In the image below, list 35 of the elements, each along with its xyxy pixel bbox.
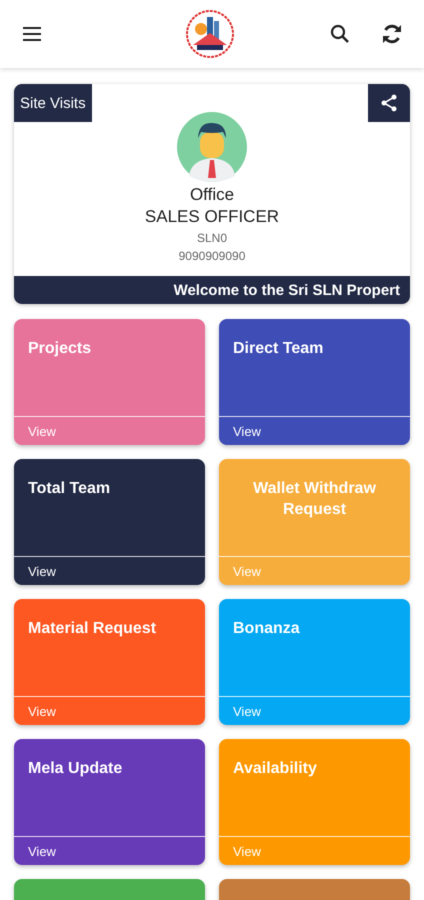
menu-tile[interactable]: Material Request View (14, 599, 205, 725)
tile-title: Availability (232, 759, 318, 779)
view-link[interactable]: View (28, 564, 56, 578)
tile-title: Projects (27, 339, 92, 359)
menu-tile[interactable]: Projects View (14, 319, 205, 445)
view-link[interactable]: View (28, 424, 56, 438)
share-button[interactable] (368, 84, 410, 122)
tile-title: Direct Team (232, 339, 324, 359)
profile-role: SALES OFFICER (144, 207, 280, 227)
view-link[interactable]: View (233, 564, 261, 578)
logo-icon (185, 9, 235, 59)
view-link[interactable]: View (233, 424, 261, 438)
tile-title: Wallet Withdraw Request (252, 479, 377, 520)
menu-tile[interactable]: Mela Update View (14, 739, 205, 865)
profile-code: SLN0 (196, 231, 228, 245)
tile-title: Total Team (27, 479, 112, 499)
view-link[interactable]: View (233, 704, 261, 718)
share-icon (379, 93, 399, 113)
avatar-icon (177, 112, 247, 182)
welcome-text: Welcome to the Sri SLN Propert (174, 282, 400, 298)
view-link[interactable]: View (233, 844, 261, 858)
tile-title: Mela Update (27, 759, 124, 779)
tile-title: Bonanza (232, 619, 301, 639)
refresh-icon[interactable] (380, 22, 404, 46)
menu-tile[interactable]: Wallet Withdraw Request View (219, 459, 410, 585)
menu-tile[interactable]: Bonanza View (219, 599, 410, 725)
view-link[interactable]: View (28, 844, 56, 858)
menu-tile[interactable]: Total Team View (14, 459, 205, 585)
menu-tile[interactable]: Direct Team View (219, 319, 410, 445)
profile-name: Office (190, 185, 234, 205)
menu-tile[interactable]: Availability View (219, 739, 410, 865)
tile-title: Material Request (27, 619, 158, 639)
view-link[interactable]: View (28, 704, 56, 718)
site-visits-button[interactable]: Site Visits (14, 84, 92, 122)
profile-phone: 9090909090 (178, 249, 246, 263)
